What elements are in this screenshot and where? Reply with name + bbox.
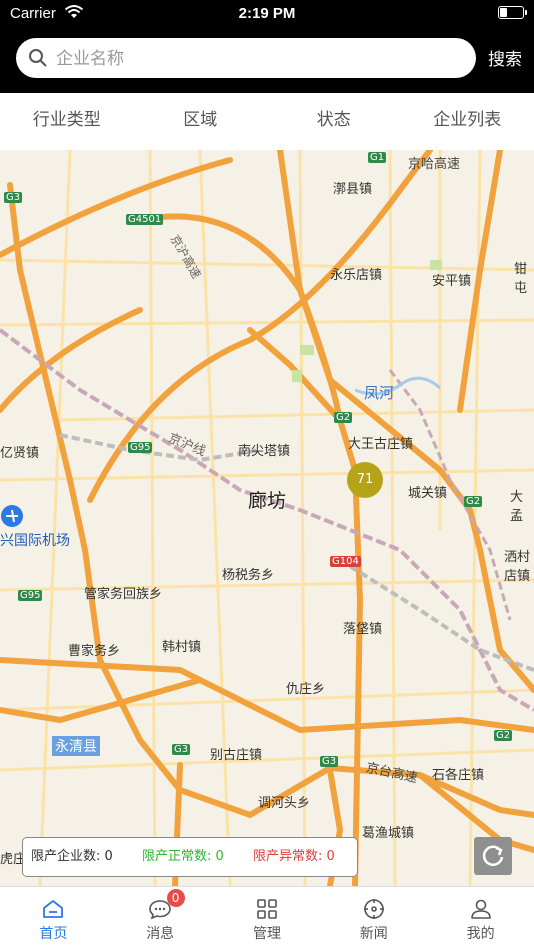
highway-shield: G2 [494, 730, 512, 741]
search-button[interactable]: 搜索 [488, 45, 522, 70]
place-label: 别古庄镇 [210, 744, 262, 763]
highway-shield: G4501 [126, 214, 163, 225]
tab-manage[interactable]: 管理 [214, 887, 321, 951]
tab-messages-label: 消息 [107, 923, 214, 943]
search-box[interactable] [16, 38, 476, 78]
status-bar: Carrier 2:19 PM [0, 0, 534, 28]
compass-icon [362, 897, 386, 921]
production-limit-legend: 限产企业数: 0 限产正常数: 0 限产异常数: 0 [22, 837, 358, 877]
highway-shield: G95 [18, 590, 42, 601]
filter-status[interactable]: 状态 [267, 93, 401, 150]
place-label: 亿贤镇 [0, 442, 39, 461]
search-input[interactable] [54, 38, 468, 80]
place-label: 调河头乡 [258, 792, 310, 811]
highway-shield: G3 [172, 744, 190, 755]
refresh-button[interactable] [474, 837, 512, 875]
search-icon [28, 48, 48, 68]
tab-profile-label: 我的 [427, 923, 534, 943]
place-label: 仇庄乡 [286, 678, 325, 697]
place-label: 石各庄镇 [432, 764, 484, 783]
highway-shield: G104 [330, 556, 361, 567]
place-label: 洒村店镇 [504, 546, 534, 584]
tab-home[interactable]: 首页 [0, 887, 107, 951]
filter-region[interactable]: 区域 [134, 93, 268, 150]
search-header: 搜索 [0, 28, 534, 93]
place-label: 葛渔城镇 [362, 822, 414, 841]
place-label: 钳屯 [514, 258, 534, 296]
tab-manage-label: 管理 [214, 923, 321, 943]
highway-shield: G3 [4, 192, 22, 203]
place-label: 大孟 [510, 486, 534, 524]
cluster-marker[interactable]: 71 [347, 462, 383, 498]
filter-bar: 行业类型 区域 状态 企业列表 [0, 93, 534, 151]
tab-news-label: 新闻 [320, 923, 427, 943]
river-label: 凤河 [364, 382, 394, 403]
city-label: 廊坊 [248, 486, 286, 513]
place-label: 南尖塔镇 [238, 440, 290, 459]
grid-icon [255, 897, 279, 921]
tab-messages[interactable]: 0 消息 [107, 887, 214, 951]
home-icon [41, 897, 65, 921]
clock: 2:19 PM [0, 5, 534, 22]
county-label: 永清县 [52, 736, 100, 756]
battery-icon [498, 6, 524, 19]
filter-industry-type[interactable]: 行业类型 [0, 93, 134, 150]
tab-news[interactable]: 新闻 [320, 887, 427, 951]
place-label: 落垡镇 [343, 618, 382, 637]
airport-label: 兴国际机场 [0, 530, 70, 550]
tab-home-label: 首页 [0, 923, 107, 943]
message-badge: 0 [167, 889, 185, 907]
highway-shield: G95 [128, 442, 152, 453]
highway-shield: G2 [334, 412, 352, 423]
place-label: 曹家务乡 [68, 640, 120, 659]
place-label: 大王古庄镇 [348, 433, 413, 452]
legend-normal: 限产正常数: 0 [142, 838, 224, 876]
legend-total: 限产企业数: 0 [31, 838, 113, 876]
highway-shield: G1 [368, 152, 386, 163]
user-icon [469, 897, 493, 921]
road-label: 京哈高速 [408, 153, 460, 172]
place-label: 永乐店镇 [330, 264, 382, 283]
highway-shield: G3 [320, 756, 338, 767]
map-view[interactable]: 漷县镇 永乐店镇 安平镇 钳屯 凤河 大王古庄镇 南尖塔镇 廊坊 城关镇 大孟 … [0, 150, 534, 886]
refresh-icon [474, 837, 512, 875]
place-label: 杨税务乡 [222, 564, 274, 583]
place-label: 城关镇 [408, 482, 447, 501]
legend-abnormal: 限产异常数: 0 [253, 838, 335, 876]
place-label: 管家务回族乡 [84, 583, 162, 602]
filter-company-list[interactable]: 企业列表 [401, 93, 534, 150]
tab-profile[interactable]: 我的 [427, 887, 534, 951]
place-label: 漷县镇 [333, 178, 372, 197]
highway-shield: G2 [464, 496, 482, 507]
bottom-tab-bar: 首页 0 消息 管理 新闻 我的 [0, 886, 534, 951]
place-label: 安平镇 [432, 270, 471, 289]
place-label: 韩村镇 [162, 636, 201, 655]
